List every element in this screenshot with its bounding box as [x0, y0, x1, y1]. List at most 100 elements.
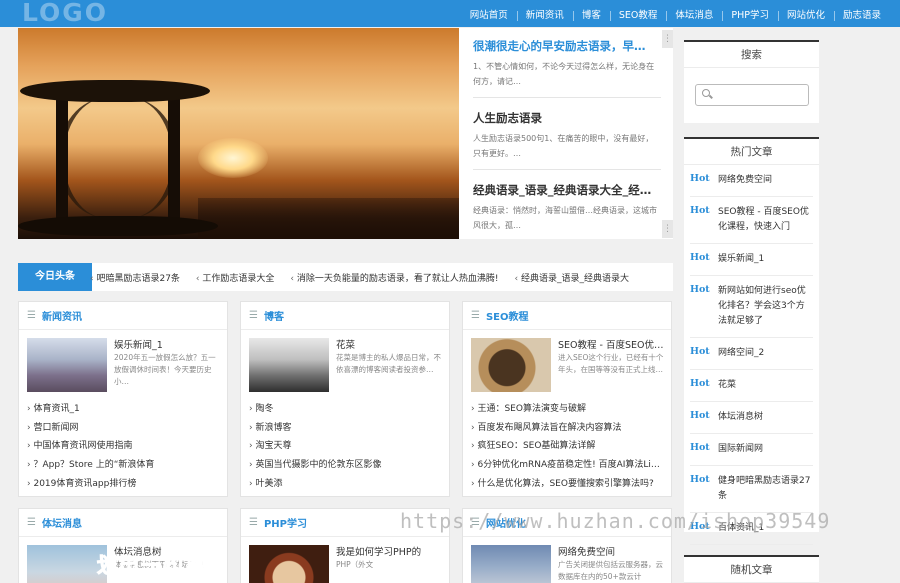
card-featured-title[interactable]: 网络免费空间 [558, 544, 666, 558]
featured-desc: 经典语录：悄然时，海誓山盟借…经典语录，这城市风很大，孤… [473, 206, 657, 230]
hot-badge: Hot [690, 252, 710, 263]
hot-article-link[interactable]: 花菜 [718, 378, 736, 393]
hot-article[interactable]: Hot 新网站如何进行seo优化排名？学会这3个方法就足够了 [690, 276, 813, 338]
card-featured-title[interactable]: 花菜 [336, 337, 444, 351]
featured-item[interactable]: 经典语录_语录_经典语录大全_经… 经典语录：悄然时，海誓山盟借…经典语录，这城… [473, 182, 661, 238]
card-featured-desc: PHP（外文 [336, 560, 374, 569]
list-icon: ☰ [249, 310, 258, 321]
list-item[interactable]: 淘宝天尊 [241, 437, 449, 456]
hot-article-link[interactable]: 网络免费空间 [718, 173, 772, 188]
hot-article[interactable]: Hot 体坛消息树 [690, 402, 813, 434]
card-thumbnail[interactable] [27, 338, 107, 392]
hot-article-link[interactable]: 健身吧暗黑励志语录27条 [718, 474, 813, 504]
card-thumbnail[interactable] [471, 338, 551, 392]
card-featured-desc: 2020年五一放假怎么放？五一放假调休时间表！今天要历史小… [114, 353, 216, 386]
hot-badge: Hot [690, 474, 710, 485]
search-box[interactable] [695, 84, 809, 106]
list-item[interactable]: 6分钟优化mRNA疫苗稳定性! 百度AI算法Li… [463, 456, 671, 475]
nav-item-blog[interactable]: 博客 [572, 7, 610, 21]
hot-article[interactable]: Hot 网络空间_2 [690, 338, 813, 370]
list-item[interactable]: 2019体育资讯app排行榜 [19, 475, 227, 494]
hot-article[interactable]: Hot 娱乐新闻_1 [690, 244, 813, 276]
hot-article[interactable]: Hot SEO教程 - 百度SEO优化课程，快速入门 [690, 197, 813, 244]
card-title[interactable]: 博客 [264, 308, 284, 323]
hot-article[interactable]: Hot 健身吧暗黑励志语录27条 [690, 466, 813, 513]
list-icon: ☰ [27, 310, 36, 321]
list-item[interactable]: 百度发布飓风算法旨在解决内容算法 [463, 419, 671, 438]
card-title[interactable]: 体坛消息 [42, 515, 82, 530]
list-icon: ☰ [249, 517, 258, 528]
list-item[interactable]: 陶冬 [241, 400, 449, 419]
card-title[interactable]: SEO教程 [486, 308, 529, 323]
widget-title: 热门文章 [684, 137, 819, 165]
list-item[interactable]: 营口新闻网 [19, 419, 227, 438]
ticker-item[interactable]: 工作励志语录大全 [196, 271, 274, 284]
nav-item-php[interactable]: PHP学习 [722, 7, 778, 21]
list-item[interactable]: 中国体育资讯网使用指南 [19, 437, 227, 456]
list-item[interactable]: 疯狂SEO：SEO基础算法详解 [463, 437, 671, 456]
featured-item[interactable]: 人生励志语录 人生励志语录500句1、在痛苦的眼中，没有最好，只有更好。… [473, 110, 661, 170]
card-title[interactable]: PHP学习 [264, 515, 307, 530]
ticker-item[interactable]: 经典语录_语录_经典语录大 [514, 271, 629, 284]
list-icon: ☰ [471, 310, 480, 321]
top-navbar: LOGO 网站首页 新闻资讯 博客 SEO教程 体坛消息 PHP学习 网站优化 … [0, 0, 900, 27]
search-input[interactable] [714, 88, 804, 102]
hot-article-link[interactable]: 娱乐新闻_1 [718, 252, 764, 267]
card-featured-title[interactable]: 娱乐新闻_1 [114, 337, 222, 351]
hero-slider-image[interactable] [18, 28, 459, 239]
featured-title[interactable]: 很潮很走心的早安励志语录，早… [473, 38, 661, 54]
list-item[interactable]: 叶美添 [241, 475, 449, 494]
image-caption-overlay: 划出一句离别 [97, 553, 229, 578]
hot-article-link[interactable]: SEO教程 - 百度SEO优化课程，快速入门 [718, 205, 813, 235]
sidebar-search-widget: 搜索 [684, 40, 819, 123]
list-item[interactable]: 新浪博客 [241, 419, 449, 438]
hot-badge: Hot [690, 284, 710, 295]
scroll-down-icon[interactable]: ⋮ [662, 220, 673, 238]
nav-item-sports[interactable]: 体坛消息 [666, 7, 722, 21]
card-featured-title[interactable]: 我是如何学习PHP的 [336, 544, 444, 558]
list-item[interactable]: ？App？Store 上的“新浪体育 [19, 456, 227, 475]
card-thumbnail[interactable] [27, 545, 107, 583]
nav-item-optimization[interactable]: 网站优化 [777, 7, 834, 21]
card-featured-title[interactable]: SEO教程 - 百度SEO优… [558, 337, 666, 351]
nav-item-news[interactable]: 新闻资讯 [516, 7, 573, 21]
hot-badge: Hot [690, 378, 710, 389]
hot-badge: Hot [690, 346, 710, 357]
card-thumbnail[interactable] [249, 545, 329, 583]
card-thumbnail[interactable] [471, 545, 551, 583]
ticker-label: 今日头条 [18, 263, 92, 291]
widget-title: 随机文章 [684, 555, 819, 583]
nav-item-seo[interactable]: SEO教程 [609, 7, 667, 21]
hot-article[interactable]: Hot 国际新闻网 [690, 434, 813, 466]
hot-article-link[interactable]: 新网站如何进行seo优化排名？学会这3个方法就足够了 [718, 284, 813, 329]
hot-article-link[interactable]: 体坛消息树 [718, 410, 763, 425]
featured-title[interactable]: 人生励志语录 [473, 110, 661, 126]
ticker-item[interactable]: 消除一天负能量的励志语录，看了就让人热血沸腾! [290, 271, 499, 284]
nav-item-home[interactable]: 网站首页 [461, 7, 517, 21]
category-card-news: ☰ 新闻资讯 娱乐新闻_1 2020年五一放假怎么放？五一放假调休时间表！今天要… [18, 301, 228, 497]
hot-article[interactable]: Hot 花菜 [690, 370, 813, 402]
hot-article-link[interactable]: 国际新闻网 [718, 442, 763, 457]
search-icon[interactable] [702, 89, 710, 97]
hot-article[interactable]: Hot 网络免费空间 [690, 165, 813, 197]
featured-title[interactable]: 经典语录_语录_经典语录大全_经… [473, 182, 661, 198]
list-item[interactable]: 英国当代摄影中的伦敦东区影像 [241, 456, 449, 475]
scroll-up-icon[interactable]: ⋮ [662, 30, 673, 48]
hot-article-link[interactable]: 网络空间_2 [718, 346, 764, 361]
card-title[interactable]: 新闻资讯 [42, 308, 82, 323]
nav-item-quotes[interactable]: 励志语录 [833, 7, 890, 21]
widget-title: 搜索 [684, 40, 819, 68]
ticker-item[interactable]: 吧暗黑励志语录27条 [90, 271, 179, 284]
list-item[interactable]: 什么是优化算法，SEO要懂搜索引擎算法吗? [463, 475, 671, 494]
watermark: https://www.huzhan.com/ishop39549 [400, 509, 831, 533]
list-item[interactable]: 王通：SEO算法演变与破解 [463, 400, 671, 419]
hot-badge: Hot [690, 205, 710, 216]
sidebar-hot-articles: 热门文章 Hot 网络免费空间 Hot SEO教程 - 百度SEO优化课程，快速入门… [684, 137, 819, 545]
card-featured-desc: 广告关闭提供包括云服务器，云数据库在内的50+款云计 [558, 560, 663, 581]
sidebar-random-articles: 随机文章 [684, 555, 819, 583]
featured-item[interactable]: 很潮很走心的早安励志语录，早… 1、不管心情如何，不论今天过得怎么样，无论身在何… [473, 38, 661, 98]
category-card-seo: ☰ SEO教程 SEO教程 - 百度SEO优… 进入SEO这个行业，已经有十个年… [462, 301, 672, 497]
site-logo[interactable]: LOGO [22, 0, 108, 27]
list-item[interactable]: 体育资讯_1 [19, 400, 227, 419]
card-thumbnail[interactable] [249, 338, 329, 392]
